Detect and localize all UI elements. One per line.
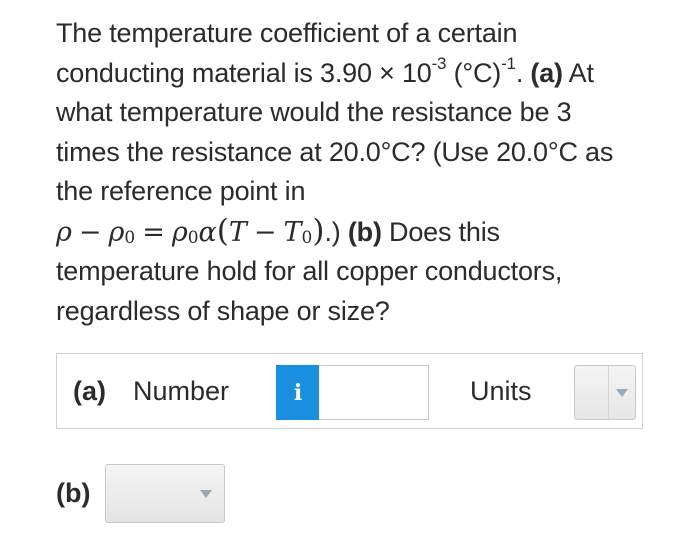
units-select[interactable] <box>574 365 636 420</box>
formula-alpha: α <box>198 216 217 248</box>
formula-subT0: 0 <box>301 227 313 248</box>
units-label: Units <box>470 376 532 406</box>
part-b-label: (b) <box>56 478 91 508</box>
formula-rho: ρ <box>56 216 72 248</box>
formula-rho0: ρ <box>108 216 125 248</box>
question-line-6-end: Does this <box>381 216 500 247</box>
part-a-marker: (a) <box>530 57 563 88</box>
formula-rparen: ) <box>312 212 325 249</box>
formula-T0: T <box>283 216 302 248</box>
question-line-4: times the resistance at 20.0°C? (Use 20.… <box>56 136 614 167</box>
formula-T: T <box>228 216 247 248</box>
question-line-2: conducting material is 3.90 × 10-3 (°C)-… <box>56 54 656 94</box>
exponent-2: -1 <box>501 53 516 73</box>
question-line-5: the reference point in <box>56 176 306 206</box>
question-line-2-text: conducting material is 3.90 × 10 <box>56 57 432 88</box>
question-unit-text: (°C) <box>446 57 502 88</box>
formula-sub0: 0 <box>124 227 136 248</box>
question-line-8: regardless of shape or size? <box>56 295 390 326</box>
question-line-1: The temperature coefficient of a certain <box>56 18 518 48</box>
formula-sub0b: 0 <box>187 227 199 248</box>
formula-equals: = <box>142 216 165 248</box>
info-button[interactable]: i <box>276 365 320 420</box>
formula-lparen: ( <box>216 212 229 249</box>
question-line-6: ρ − ρ0 = ρ0α(T − T0).) (b) Does this <box>56 212 656 253</box>
chevron-down-icon <box>200 489 212 498</box>
part-a-label: (a) <box>73 376 106 406</box>
formula-minus2: − <box>253 216 277 248</box>
chevron-down-icon <box>616 388 628 397</box>
question-line-3: what temperature would the resistance be… <box>56 97 572 127</box>
formula: ρ − ρ0 = ρ0α(T − T0) <box>56 213 324 249</box>
info-icon: i <box>293 379 303 406</box>
number-label: Number <box>133 376 230 406</box>
question-text: The temperature coefficient of a certain… <box>56 14 656 331</box>
part-b-marker: (b) <box>340 216 382 247</box>
question-line-2-end: At <box>562 57 594 88</box>
exponent-1: -3 <box>431 53 447 73</box>
question-dot: . <box>515 57 531 88</box>
units-dropdown-arrow <box>608 366 635 419</box>
formula-minus: − <box>78 216 102 248</box>
part-b-select[interactable] <box>105 464 225 523</box>
number-input[interactable] <box>319 365 429 420</box>
part-b-dropdown-arrow <box>196 465 216 522</box>
formula-rho0b: ρ <box>171 216 188 248</box>
part-a-answer-box: (a) Number i Units <box>56 353 643 429</box>
formula-close: .) <box>324 216 341 247</box>
question-line-7: temperature hold for all copper conducto… <box>56 256 563 286</box>
